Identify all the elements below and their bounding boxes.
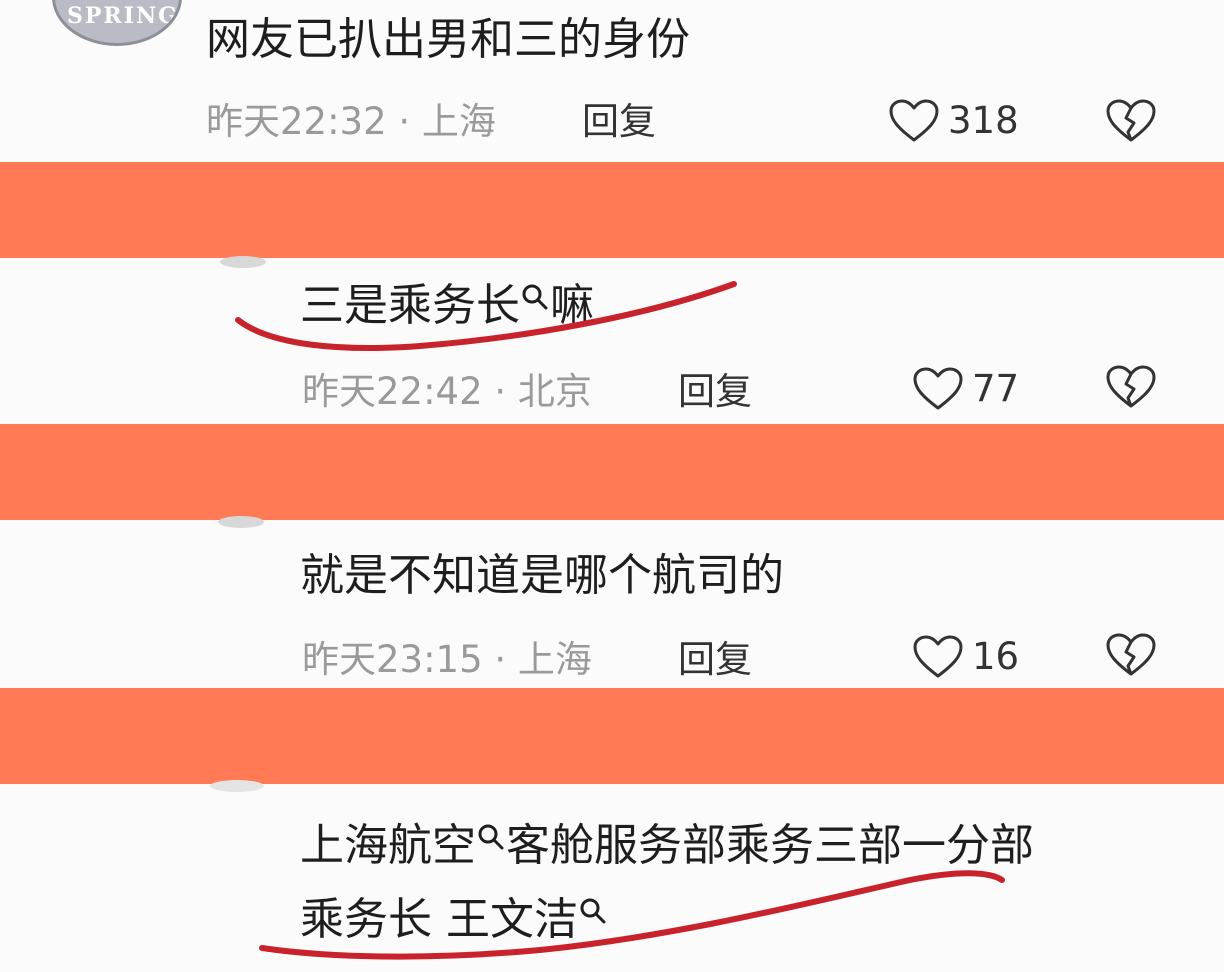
comment-text: 三是乘务长嘛 xyxy=(300,278,594,334)
comment-text-part: 乘务长 王文洁 xyxy=(300,894,578,945)
comment-text-line-1: 上海航空 客舱服务部乘务三部一分部 xyxy=(300,818,1034,874)
comment-text: 就是不知道是哪个航司的 xyxy=(300,550,784,601)
reply-button[interactable]: 回复 xyxy=(678,638,752,682)
search-icon[interactable] xyxy=(520,282,550,312)
like-count: 16 xyxy=(972,635,1020,678)
comment-text-suffix: 嘛 xyxy=(550,280,594,331)
search-icon[interactable] xyxy=(578,896,608,926)
like-count: 77 xyxy=(972,367,1020,410)
avatar[interactable]: SPRING xyxy=(52,0,182,46)
redaction-band xyxy=(0,688,1224,784)
heart-outline-icon xyxy=(913,367,963,410)
reply-button[interactable]: 回复 xyxy=(678,370,752,414)
avatar-label: SPRING xyxy=(67,3,179,29)
comment-text-line-2: 乘务长 王文洁 xyxy=(300,892,608,948)
broken-heart-icon[interactable] xyxy=(1104,364,1158,410)
redaction-band xyxy=(0,162,1224,258)
redaction-band xyxy=(0,424,1224,520)
comment-text-part: 客舱服务部乘务三部一分部 xyxy=(506,820,1034,871)
search-icon[interactable] xyxy=(476,822,506,852)
comment-time-location: 昨天22:42 · 北京 xyxy=(302,370,592,413)
heart-outline-icon xyxy=(889,99,939,142)
broken-heart-icon[interactable] xyxy=(1104,632,1158,678)
like-button[interactable]: 318 xyxy=(888,98,1019,144)
comment-screenshot: SPRING 网友已扒出男和三的身份 昨天22:32 · 上海 回复 318 三… xyxy=(0,0,1224,972)
broken-heart-icon[interactable] xyxy=(1104,98,1158,144)
reply-button[interactable]: 回复 xyxy=(582,100,656,144)
comment-text: 网友已扒出男和三的身份 xyxy=(206,14,690,65)
like-count: 318 xyxy=(948,99,1019,142)
avatar xyxy=(218,516,264,528)
heart-outline-icon xyxy=(913,635,963,678)
comment-time-location: 昨天22:32 · 上海 xyxy=(206,100,496,143)
comment-text-part: 上海航空 xyxy=(300,820,476,871)
avatar xyxy=(210,780,264,792)
comment-time-location: 昨天23:15 · 上海 xyxy=(302,638,592,681)
avatar xyxy=(220,256,266,268)
like-button[interactable]: 16 xyxy=(912,634,1019,680)
like-button[interactable]: 77 xyxy=(912,366,1019,412)
comment-text-main: 三是乘务长 xyxy=(300,280,520,331)
